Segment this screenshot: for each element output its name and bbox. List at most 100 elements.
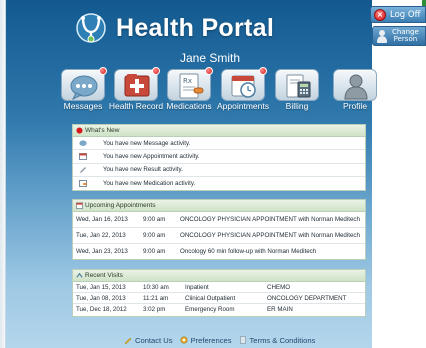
appt-time: 9:00 am: [143, 216, 166, 223]
appt-description: ONCOLOGY PHYSICIAN APPOINTMENT with Norm…: [180, 232, 360, 239]
appointment-icon: [79, 153, 87, 161]
nav-health-record[interactable]: Health Record: [109, 67, 163, 115]
appt-description: Oncology 60 min follow-up with Norman Me…: [180, 248, 317, 255]
nav-messages[interactable]: Messages: [58, 67, 108, 115]
nav-medications[interactable]: Rx Medications: [164, 67, 214, 115]
visit-date: Tue, Dec 18, 2012: [76, 306, 127, 313]
terms-label: Terms & Conditions: [249, 335, 316, 345]
change-person-label: Change Person: [392, 27, 419, 43]
close-circle-icon: ×: [374, 8, 386, 21]
appt-date: Wed, Jan 16, 2013: [76, 216, 128, 223]
appt-date: Tue, Jan 22, 2013: [76, 232, 126, 239]
whats-new-panel: What's New You have new Message activity…: [72, 124, 366, 191]
terms-link[interactable]: Terms & Conditions: [239, 335, 316, 345]
person-icon: [376, 29, 388, 43]
document-icon: [239, 336, 246, 344]
log-off-button[interactable]: × Log Off: [370, 6, 426, 23]
visit-time: 11:21 am: [143, 294, 169, 302]
appt-time: 9:00 am: [143, 248, 166, 255]
medical-folder-icon: [124, 74, 150, 97]
visit-location: ONCOLOGY DEPARTMENT: [267, 294, 347, 302]
nav-appointments[interactable]: Appointments: [217, 67, 269, 115]
notification-badge: [259, 67, 267, 75]
contact-us-label: Contact Us: [135, 335, 173, 345]
app-title: Health Portal: [116, 13, 275, 42]
nav-tile: [275, 69, 319, 101]
nav-tile: Rx: [167, 67, 213, 101]
visit-date: Tue, Jan 15, 2013: [76, 283, 126, 291]
stethoscope-logo-icon: [76, 13, 106, 43]
whats-new-title: What's New: [85, 127, 120, 134]
table-row[interactable]: Wed, Jan 23, 2013 9:00 am Oncology 60 mi…: [73, 244, 365, 259]
list-item[interactable]: You have new Message activity.: [73, 137, 365, 151]
whats-new-header: What's New: [73, 125, 365, 137]
table-row[interactable]: Tue, Dec 18, 2012 3:02 pm Emergency Room…: [73, 304, 365, 315]
gear-icon: [180, 336, 188, 344]
alert-dot-icon: [76, 127, 83, 134]
appointments-header: Upcoming Appointments: [73, 200, 365, 212]
svg-text:Rx: Rx: [183, 77, 192, 85]
visit-location: ER MAIN: [267, 306, 293, 313]
appt-time: 9:00 am: [143, 232, 166, 239]
contact-us-link[interactable]: Contact Us: [124, 336, 173, 345]
visit-type: Emergency Room: [185, 306, 235, 313]
left-frame-edge: [0, 0, 6, 348]
nav-profile-label: Profile: [342, 101, 368, 111]
appointments-title: Upcoming Appointments: [85, 202, 156, 209]
visit-type: Clinical Outpatient: [185, 294, 236, 302]
appointments-panel: Upcoming Appointments Wed, Jan 16, 2013 …: [72, 199, 366, 260]
result-icon: [80, 167, 86, 174]
calculator-bill-icon: [286, 74, 311, 98]
visit-time: 10:30 am: [143, 283, 169, 291]
news-text: You have new Appointment activity.: [103, 153, 200, 161]
log-off-label: Log Off: [390, 9, 421, 20]
appt-description: ONCOLOGY PHYSICIAN APPOINTMENT with Norm…: [180, 216, 360, 223]
visit-date: Tue, Jan 08, 2013: [76, 294, 126, 302]
calendar-icon: [76, 202, 83, 209]
news-text: You have new Message activity.: [103, 139, 191, 147]
nav-tile: [61, 67, 107, 101]
change-person-button[interactable]: Change Person: [372, 26, 426, 46]
nav-tile: [221, 67, 267, 101]
right-frame-area: [372, 0, 426, 348]
table-row[interactable]: Tue, Jan 22, 2013 9:00 am ONCOLOGY PHYSI…: [73, 228, 365, 244]
footer-links: Contact Us Preferences Terms & Condition…: [124, 334, 322, 346]
nav-billing[interactable]: Billing: [272, 69, 322, 115]
chat-bubble-icon: [70, 75, 98, 101]
visit-location: CHEMO: [267, 283, 291, 291]
list-item[interactable]: You have new Medication activity.: [73, 177, 365, 190]
notification-badge: [152, 67, 160, 75]
nav-tile: [114, 67, 160, 101]
notification-badge: [99, 67, 107, 75]
preferences-link[interactable]: Preferences: [180, 336, 232, 345]
nav-billing-label: Billing: [285, 101, 309, 111]
medication-icon: [79, 180, 87, 188]
visits-icon: [76, 272, 83, 278]
user-name: Jane Smith: [179, 51, 241, 65]
nav-medications-label: Medications: [166, 101, 212, 111]
list-item[interactable]: You have new Result activity.: [73, 164, 365, 178]
notification-badge: [205, 67, 213, 75]
portal-logo: Health Portal: [74, 10, 294, 46]
prescription-icon: Rx: [179, 73, 204, 99]
visit-time: 3:02 pm: [143, 306, 166, 313]
news-text: You have new Result activity.: [103, 166, 183, 174]
calendar-clock-icon: [231, 75, 256, 98]
list-item[interactable]: You have new Appointment activity.: [73, 150, 365, 164]
preferences-label: Preferences: [190, 335, 232, 345]
visit-type: Inpatient: [185, 283, 209, 291]
nav-profile[interactable]: Profile: [330, 69, 380, 115]
table-row[interactable]: Tue, Jan 15, 2013 10:30 am Inpatient CHE…: [73, 282, 365, 293]
table-row[interactable]: Wed, Jan 16, 2013 9:00 am ONCOLOGY PHYSI…: [73, 212, 365, 228]
nav-tile: [333, 69, 377, 101]
visits-header: Recent Visits: [73, 270, 365, 282]
news-text: You have new Medication activity.: [103, 180, 196, 188]
portal-page: × Log Off Change Person Health Portal Ja…: [0, 0, 426, 348]
message-icon: [79, 140, 87, 146]
recent-visits-panel: Recent Visits Tue, Jan 15, 2013 10:30 am…: [72, 269, 366, 317]
table-row[interactable]: Tue, Jan 08, 2013 11:21 am Clinical Outp…: [73, 293, 365, 304]
person-profile-icon: [344, 74, 368, 100]
appt-date: Wed, Jan 23, 2013: [76, 248, 128, 255]
visits-title: Recent Visits: [85, 272, 123, 279]
pencil-icon: [124, 337, 132, 344]
